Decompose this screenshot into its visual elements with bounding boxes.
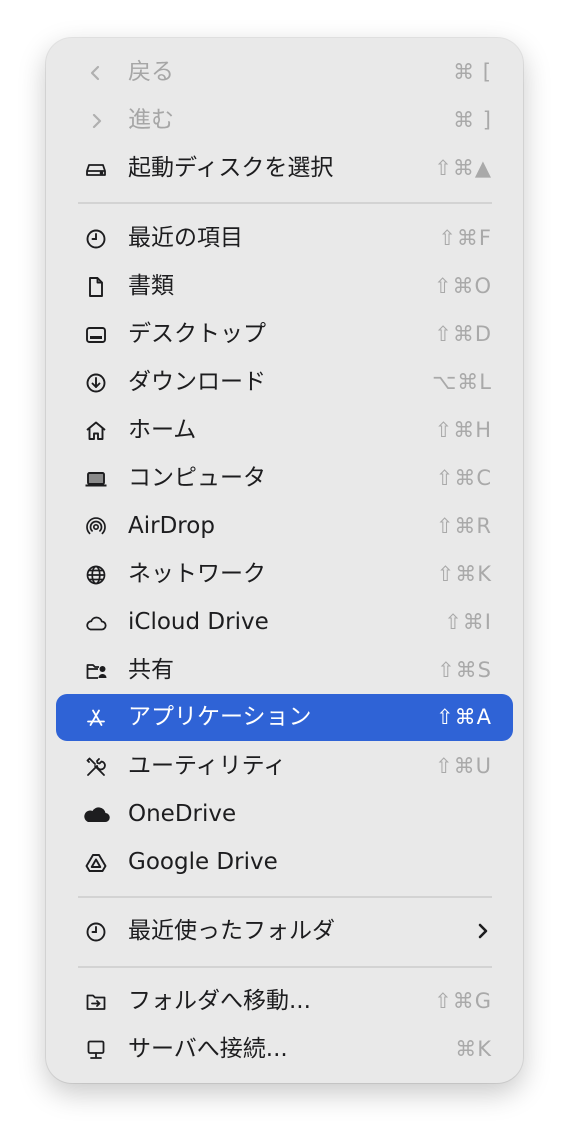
- shortcut-label: ⇧⌘R: [435, 514, 492, 538]
- menu-item-home[interactable]: ホーム ⇧⌘H: [56, 407, 513, 454]
- menu-item-downloads[interactable]: ダウンロード ⌥⌘L: [56, 359, 513, 406]
- menu-item-label: コンピュータ: [128, 465, 266, 491]
- menu-item-applications[interactable]: アプリケーション ⇧⌘A: [56, 694, 513, 741]
- shortcut-label: ⇧⌘I: [444, 610, 492, 634]
- shortcut-label: ⇧⌘H: [434, 418, 492, 442]
- menu-item-google-drive[interactable]: Google Drive: [56, 839, 513, 886]
- submenu-chevron-icon: [475, 920, 491, 942]
- shortcut-label: ⇧⌘S: [437, 658, 492, 682]
- shortcut-label: ⇧⌘▲: [434, 156, 492, 180]
- menu-item-label: 最近の項目: [128, 225, 243, 251]
- menu-item-back[interactable]: 戻る ⌘ [: [56, 49, 513, 96]
- menu-item-label: 戻る: [128, 59, 174, 85]
- menu-item-connect-server[interactable]: サーバへ接続... ⌘K: [56, 1026, 513, 1073]
- separator: [78, 202, 492, 204]
- menu-item-label: ダウンロード: [128, 369, 266, 395]
- shortcut-label: ⌘ ]: [453, 108, 492, 132]
- menu-item-documents[interactable]: 書類 ⇧⌘O: [56, 263, 513, 310]
- drive-icon: [84, 157, 108, 181]
- app-store-icon: [84, 706, 108, 730]
- menu-item-label: 最近使ったフォルダ: [128, 918, 335, 944]
- menu-item-label: ホーム: [128, 417, 197, 443]
- menu-item-desktop[interactable]: デスクトップ ⇧⌘D: [56, 311, 513, 358]
- menu-item-label: iCloud Drive: [128, 609, 269, 635]
- menu-item-recents[interactable]: 最近の項目 ⇧⌘F: [56, 215, 513, 262]
- menu-item-label: Google Drive: [128, 849, 278, 875]
- menu-item-network[interactable]: ネットワーク ⇧⌘K: [56, 551, 513, 598]
- desktop-icon: [84, 323, 108, 347]
- folder-arrow-icon: [84, 990, 108, 1014]
- menu-item-label: フォルダへ移動...: [128, 988, 311, 1014]
- chevron-right-icon: [84, 109, 108, 133]
- menu-item-label: デスクトップ: [128, 321, 266, 347]
- monitor-icon: [84, 1038, 108, 1062]
- menu-item-label: サーバへ接続...: [128, 1036, 288, 1062]
- shortcut-label: ⇧⌘U: [435, 754, 492, 778]
- menu-item-label: 共有: [128, 657, 174, 683]
- shortcut-label: ⇧⌘D: [434, 322, 492, 346]
- clock-icon: [84, 920, 108, 944]
- menu-item-label: ネットワーク: [128, 561, 266, 587]
- menu-item-label: アプリケーション: [128, 704, 312, 730]
- shortcut-label: ⌘K: [455, 1037, 492, 1061]
- menu-item-recent-folders[interactable]: 最近使ったフォルダ: [56, 908, 513, 955]
- download-icon: [84, 371, 108, 395]
- cloud-icon: [84, 611, 108, 635]
- shortcut-label: ⇧⌘O: [433, 274, 492, 298]
- chevron-left-icon: [84, 61, 108, 85]
- menu-item-label: OneDrive: [128, 801, 237, 827]
- tools-icon: [84, 755, 108, 779]
- go-menu: 戻る ⌘ [ 進む ⌘ ] 起動ディスクを選択 ⇧⌘▲ 最近の項目 ⇧⌘F 書類…: [46, 38, 523, 1083]
- globe-icon: [84, 563, 108, 587]
- shortcut-label: ⇧⌘F: [438, 226, 492, 250]
- shortcut-label: ⌥⌘L: [432, 370, 492, 394]
- clock-icon: [84, 227, 108, 251]
- separator: [78, 896, 492, 898]
- house-icon: [84, 419, 108, 443]
- menu-item-label: 起動ディスクを選択: [128, 155, 334, 181]
- document-icon: [84, 275, 108, 299]
- menu-item-forward[interactable]: 進む ⌘ ]: [56, 97, 513, 144]
- onedrive-icon: [81, 803, 111, 827]
- shortcut-label: ⇧⌘A: [436, 705, 492, 729]
- menu-item-airdrop[interactable]: AirDrop ⇧⌘R: [56, 503, 513, 550]
- menu-item-icloud-drive[interactable]: iCloud Drive ⇧⌘I: [56, 599, 513, 646]
- shortcut-label: ⇧⌘G: [434, 989, 492, 1013]
- menu-item-label: 進む: [128, 107, 174, 133]
- menu-item-label: ユーティリティ: [128, 753, 287, 779]
- menu-item-label: AirDrop: [128, 513, 215, 539]
- shared-folder-icon: [84, 659, 108, 683]
- shortcut-label: ⌘ [: [453, 60, 492, 84]
- laptop-icon: [84, 467, 108, 491]
- shortcut-label: ⇧⌘K: [436, 562, 492, 586]
- menu-item-utilities[interactable]: ユーティリティ ⇧⌘U: [56, 743, 513, 790]
- menu-item-shared[interactable]: 共有 ⇧⌘S: [56, 647, 513, 694]
- airdrop-icon: [84, 515, 108, 539]
- menu-item-onedrive[interactable]: OneDrive: [56, 791, 513, 838]
- menu-item-go-to-folder[interactable]: フォルダへ移動... ⇧⌘G: [56, 978, 513, 1025]
- separator: [78, 966, 492, 968]
- menu-item-computer[interactable]: コンピュータ ⇧⌘C: [56, 455, 513, 502]
- shortcut-label: ⇧⌘C: [435, 466, 492, 490]
- menu-item-label: 書類: [128, 273, 174, 299]
- google-drive-icon: [84, 851, 108, 875]
- menu-item-startup-disk[interactable]: 起動ディスクを選択 ⇧⌘▲: [56, 145, 513, 192]
